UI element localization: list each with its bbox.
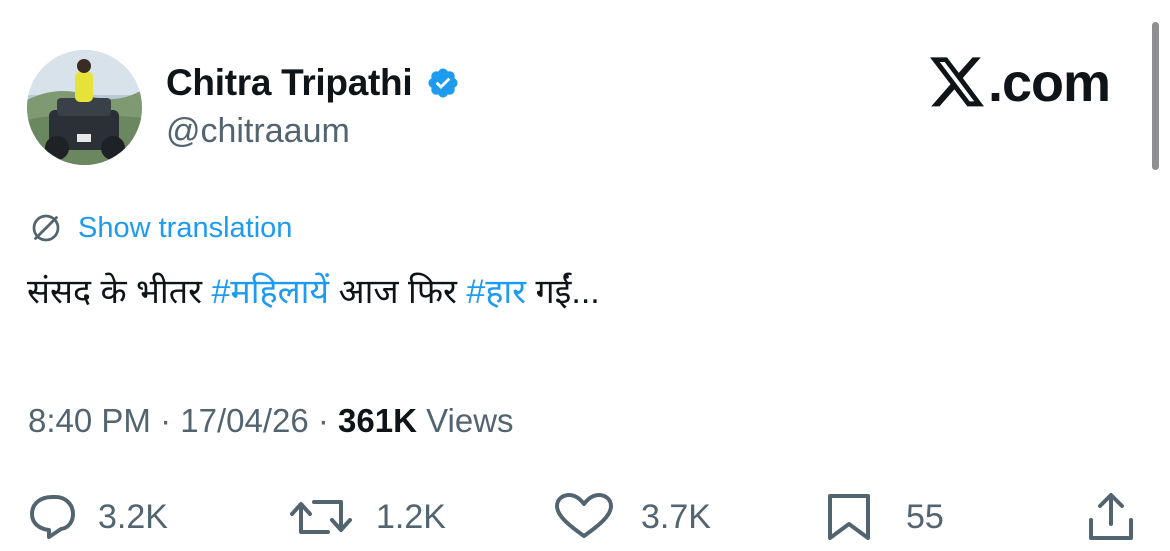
share-button[interactable] <box>1085 492 1137 544</box>
tweet-text-part: संसद के भीतर <box>27 273 212 311</box>
meta-separator: · <box>308 402 339 439</box>
reply-icon <box>30 495 75 539</box>
author-name[interactable]: Chitra Tripathi <box>166 62 413 104</box>
share-icon <box>1089 493 1133 540</box>
reply-count: 3.2K <box>98 497 168 536</box>
meta-separator: · <box>150 402 181 439</box>
like-count: 3.7K <box>641 497 711 536</box>
heart-icon <box>555 493 613 538</box>
bookmark-button[interactable]: 55 <box>826 492 944 542</box>
x-logo-icon <box>930 57 984 107</box>
tweet-text-part: आज फिर <box>329 273 467 311</box>
hashtag-link[interactable]: #हार <box>466 273 526 311</box>
views-count: 361K <box>338 402 417 439</box>
scrollbar[interactable] <box>1152 22 1159 170</box>
like-button[interactable]: 3.7K <box>553 492 711 542</box>
author-handle[interactable]: @chitraaum <box>166 112 350 151</box>
x-logo: .com <box>930 53 1111 113</box>
views-label: Views <box>416 402 514 439</box>
show-translation-label[interactable]: Show translation <box>78 212 292 245</box>
repost-button[interactable]: 1.2K <box>288 492 446 542</box>
show-translation-link[interactable]: Show translation <box>28 210 292 246</box>
bookmark-count: 55 <box>906 497 944 536</box>
x-logo-domain: .com <box>988 53 1111 113</box>
hashtag-link[interactable]: #महिलायें <box>211 273 329 311</box>
tweet-time[interactable]: 8:40 PM <box>28 402 151 439</box>
avatar[interactable] <box>27 50 142 165</box>
avatar-image <box>27 50 142 165</box>
author-name-row[interactable]: Chitra Tripathi <box>166 62 460 104</box>
globe-icon <box>32 214 60 242</box>
bookmark-icon <box>828 494 870 540</box>
reply-button[interactable]: 3.2K <box>28 492 168 542</box>
tweet-text-part: गईं... <box>526 273 600 311</box>
tweet-date[interactable]: 17/04/26 <box>180 402 308 439</box>
tweet-meta: 8:40 PM · 17/04/26 · 361K Views <box>28 402 514 440</box>
verified-badge-icon <box>426 66 460 100</box>
repost-count: 1.2K <box>376 497 446 536</box>
repost-icon <box>290 500 352 534</box>
tweet-text: संसद के भीतर #महिलायें आज फिर #हार गईं..… <box>27 268 600 316</box>
